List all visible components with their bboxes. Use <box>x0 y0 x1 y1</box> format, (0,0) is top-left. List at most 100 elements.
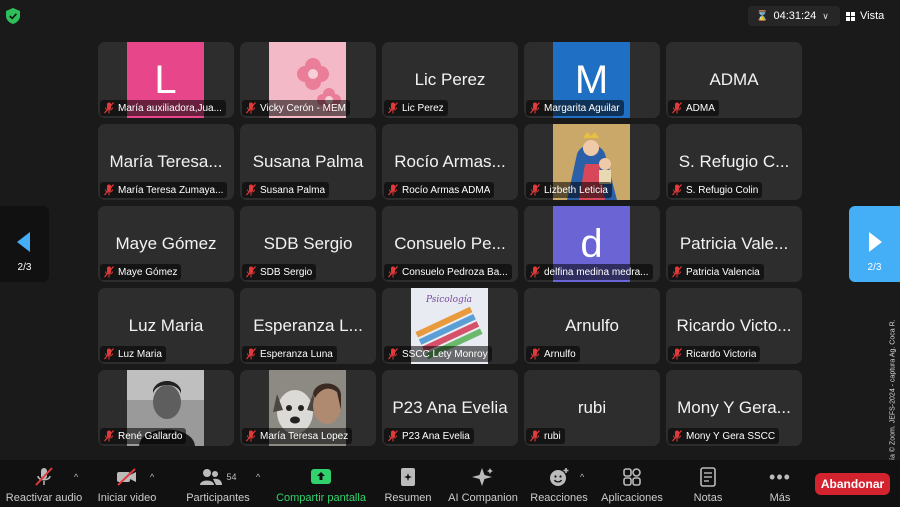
participant-name: Consuelo Pedroza Ba... <box>402 266 508 278</box>
participant-name: Susana Palma <box>260 184 326 196</box>
participant-name: Ricardo Victoria <box>686 348 757 360</box>
participant-tile-rene-gallardo[interactable]: René Gallardo <box>98 370 234 446</box>
participant-display-name: Ricardo Victo... <box>676 316 792 335</box>
participant-display-name: Esperanza L... <box>253 316 363 335</box>
participant-tile-luz-maria[interactable]: Luz Maria Luz Maria <box>98 288 234 364</box>
more-button[interactable]: ••• Más <box>762 460 798 507</box>
participant-display-name: Mony Y Gera... <box>677 398 791 417</box>
muted-mic-icon <box>246 102 256 114</box>
participant-tile-maria-teresa-lopez[interactable]: María Teresa Lopez <box>240 370 376 446</box>
muted-mic-icon <box>104 184 114 196</box>
share-screen-button[interactable]: Compartir pantalla <box>272 460 370 507</box>
participant-tile-patricia-valencia[interactable]: Patricia Vale... Patricia Valencia <box>666 206 802 282</box>
next-page-button[interactable]: 2/3 <box>849 206 900 282</box>
participant-tile-adma[interactable]: ADMA ADMA <box>666 42 802 118</box>
participant-tile-delfina-medina-medra[interactable]: d delfina medina medra... <box>524 206 660 282</box>
participant-name-label: Vicky Cerón - MEM <box>242 100 350 116</box>
participant-name: Lic Perez <box>402 102 444 114</box>
muted-mic-icon <box>388 266 398 278</box>
participants-options-caret-icon[interactable]: ^ <box>256 472 260 482</box>
muted-mic-icon <box>672 348 682 360</box>
participant-tile-arnulfo[interactable]: Arnulfo Arnulfo <box>524 288 660 364</box>
view-label: Vista <box>860 10 885 22</box>
participant-name: Esperanza Luna <box>260 348 333 360</box>
shield-icon[interactable] <box>6 8 20 24</box>
participant-tile-rubi[interactable]: rubi rubi <box>524 370 660 446</box>
notes-button[interactable]: Notas <box>688 460 728 507</box>
top-bar: ⌛ 04:31:24 ∨ Vista <box>0 0 900 32</box>
more-dots-icon: ••• <box>769 466 791 487</box>
participant-name: S. Refugio Colin <box>686 184 759 196</box>
muted-mic-icon <box>530 266 540 278</box>
participant-display-name: rubi <box>577 398 607 417</box>
participant-tile-margarita-aguilar[interactable]: M Margarita Aguilar <box>524 42 660 118</box>
participant-tile-ricardo-victoria[interactable]: Ricardo Victo... Ricardo Victoria <box>666 288 802 364</box>
grid-view-icon <box>846 11 855 21</box>
start-video-button[interactable]: Iniciar video <box>94 460 160 507</box>
participant-name-label: Arnulfo <box>526 346 580 362</box>
participant-name: SDB Sergio <box>260 266 313 278</box>
muted-mic-icon <box>388 102 398 114</box>
participant-tile-consuelo-pedroza-ba[interactable]: Consuelo Pe... Consuelo Pedroza Ba... <box>382 206 518 282</box>
meeting-timer[interactable]: ⌛ 04:31:24 ∨ <box>748 6 840 26</box>
participant-tile-maria-teresa-zumaya[interactable]: María Teresa... María Teresa Zumaya... <box>98 124 234 200</box>
muted-mic-icon <box>104 430 114 442</box>
participant-name: Lizbeth Leticia <box>544 184 608 196</box>
reactions-options-caret-icon[interactable]: ^ <box>580 472 584 482</box>
arrow-right-icon <box>869 232 882 252</box>
participant-tile-maye-gomez[interactable]: Maye Gómez Maye Gómez <box>98 206 234 282</box>
svg-text:Psicología: Psicología <box>425 294 472 305</box>
timer-text: 04:31:24 <box>773 10 817 22</box>
participant-name-label: Maye Gómez <box>100 264 182 280</box>
participant-tile-maria-auxiliadora-jua[interactable]: L María auxiliadora,Jua... <box>98 42 234 118</box>
previous-page-button[interactable]: 2/3 <box>0 206 49 282</box>
participant-tile-vicky-ceron-mem[interactable]: Vicky Cerón - MEM <box>240 42 376 118</box>
participant-tile-lizbeth-leticia[interactable]: Lizbeth Leticia <box>524 124 660 200</box>
participant-tile-rocio-armas-adma[interactable]: Rocío Armas... Rocío Armas ADMA <box>382 124 518 200</box>
unmute-audio-button[interactable]: Reactivar audio <box>4 460 84 507</box>
participant-name: ADMA <box>686 102 715 114</box>
participant-tile-mony-y-gera-sscc[interactable]: Mony Y Gera... Mony Y Gera SSCC <box>666 370 802 446</box>
participant-name: Margarita Aguilar <box>544 102 620 114</box>
more-label: Más <box>769 492 791 504</box>
share-screen-icon <box>310 467 332 487</box>
participant-name-label: S. Refugio Colin <box>668 182 763 198</box>
participant-name: Maye Gómez <box>118 266 178 278</box>
apps-button[interactable]: Aplicaciones <box>598 460 666 507</box>
participant-display-name: Consuelo Pe... <box>394 234 506 253</box>
participant-name-label: SSCC Lety Monroy <box>384 346 492 362</box>
video-options-caret-icon[interactable]: ^ <box>150 472 154 482</box>
participant-name: Mony Y Gera SSCC <box>686 430 776 442</box>
participant-tile-s-refugio-colin[interactable]: S. Refugio C... S. Refugio Colin <box>666 124 802 200</box>
participant-tile-sscc-lety-monroy[interactable]: Psicología SSCC Lety Monroy <box>382 288 518 364</box>
apps-label: Aplicaciones <box>601 492 663 504</box>
audio-options-caret-icon[interactable]: ^ <box>74 472 78 482</box>
participant-tile-esperanza-luna[interactable]: Esperanza L... Esperanza Luna <box>240 288 376 364</box>
participant-tile-lic-perez[interactable]: Lic Perez Lic Perez <box>382 42 518 118</box>
muted-mic-icon <box>672 184 682 196</box>
participant-name: P23 Ana Evelia <box>402 430 470 442</box>
participant-name-label: SDB Sergio <box>242 264 317 280</box>
participant-name-label: Consuelo Pedroza Ba... <box>384 264 512 280</box>
participant-name: Luz Maria <box>118 348 162 360</box>
reactions-button[interactable]: Reacciones <box>528 460 590 507</box>
participant-display-name: Luz Maria <box>128 316 204 335</box>
participant-name-label: René Gallardo <box>100 428 187 444</box>
unmute-audio-label: Reactivar audio <box>5 492 83 504</box>
participant-tile-p23-ana-evelia[interactable]: P23 Ana Evelia P23 Ana Evelia <box>382 370 518 446</box>
participant-name-label: rubi <box>526 428 565 444</box>
participant-tile-sdb-sergio[interactable]: SDB Sergio SDB Sergio <box>240 206 376 282</box>
view-button[interactable]: Vista <box>846 6 894 26</box>
ai-companion-button[interactable]: AI Companion <box>446 460 520 507</box>
participant-name-label: Lizbeth Leticia <box>526 182 612 198</box>
participant-display-name: S. Refugio C... <box>678 152 790 171</box>
muted-mic-icon <box>672 266 682 278</box>
page-indicator-left: 2/3 <box>17 262 32 273</box>
participant-name: René Gallardo <box>118 430 183 442</box>
participant-name: SSCC Lety Monroy <box>402 348 488 360</box>
participant-tile-susana-palma[interactable]: Susana Palma Susana Palma <box>240 124 376 200</box>
participants-button[interactable]: 54 Participantes <box>182 460 254 507</box>
participants-count: 54 <box>226 472 237 482</box>
summary-button[interactable]: Resumen <box>382 460 434 507</box>
leave-meeting-button[interactable]: Abandonar <box>815 473 890 495</box>
